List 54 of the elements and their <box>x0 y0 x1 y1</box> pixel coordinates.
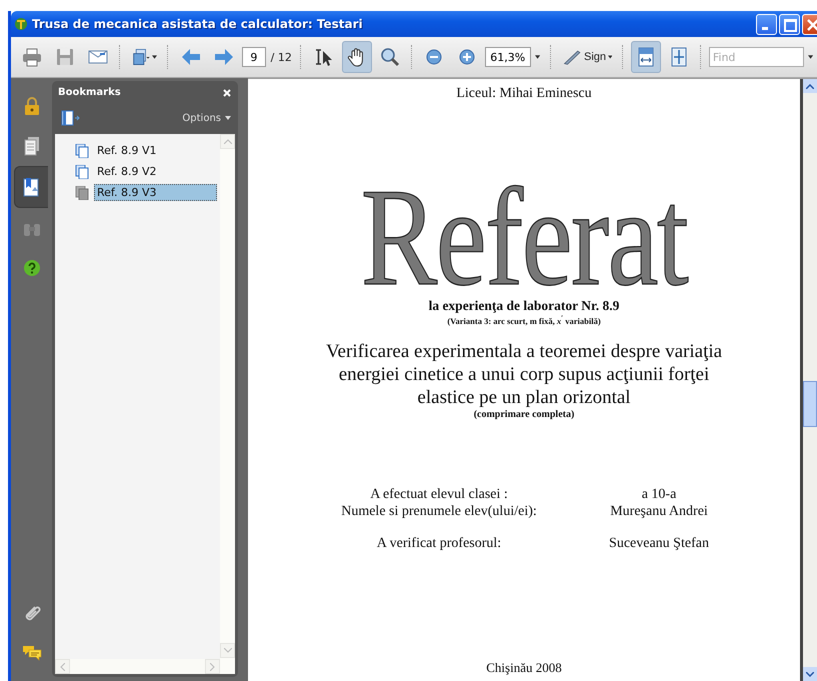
caret-icon <box>152 55 158 59</box>
field-value: Suceveanu Ştefan <box>609 536 709 551</box>
find-field[interactable]: Find <box>708 47 804 67</box>
document-scrollbar[interactable] <box>800 79 817 681</box>
page-number-field[interactable]: 9 <box>242 47 266 67</box>
close-button[interactable] <box>802 14 817 34</box>
close-icon[interactable] <box>223 88 231 96</box>
app-icon <box>14 17 28 31</box>
bookmark-item[interactable]: Ref. 8.9 V2 <box>94 163 160 180</box>
new-bookmark-icon[interactable] <box>61 110 81 126</box>
heading-line: energiei cinetice a unui corp supus acţiunii forţei <box>338 362 710 386</box>
heading-line: elastice pe un plan orizontal <box>417 386 631 409</box>
maximize-button[interactable] <box>779 14 800 34</box>
subtitle: la experienţa de laborator Nr. 8.9 <box>428 298 620 314</box>
field-label: Numele si prenumele elev(ului/ei): <box>341 504 537 519</box>
hand-button[interactable] <box>342 41 372 73</box>
field-label: A efectuat elevul clasei : <box>370 486 508 502</box>
printer-icon <box>21 46 43 68</box>
scrollbar-thumb[interactable] <box>803 381 817 427</box>
page-count: / 12 <box>270 50 292 64</box>
school-name: Liceul: Mihai Eminescu <box>456 86 592 102</box>
bookmark-icon <box>75 164 89 178</box>
place-and-year: Chişinău 2008 <box>486 660 562 676</box>
bookmark-icon <box>75 144 89 158</box>
bookmark-icon <box>22 177 42 197</box>
bookmark-icon <box>75 186 89 200</box>
options-menu[interactable]: Options <box>182 112 231 124</box>
pages-icon <box>22 136 42 156</box>
caret-icon <box>608 55 612 59</box>
bookmark-item[interactable]: Ref. 8.9 V1 <box>94 142 160 159</box>
help-icon <box>22 258 42 278</box>
document-title: Referat <box>360 182 688 294</box>
window-title: Trusa de mecanica asistata de calculator: Testari <box>32 17 363 31</box>
zoom-icon <box>378 46 401 68</box>
variant-note: (Varianta 3: arc scurt, m fixă, x$^{′}$ variabilă) <box>447 314 601 326</box>
minimize-button[interactable] <box>756 14 777 34</box>
caret-icon[interactable] <box>535 55 540 59</box>
field-label: A verificat profesorul: <box>376 536 502 551</box>
heading-note: (comprimare completa) <box>474 408 574 420</box>
field-value: Mureşanu Andrei <box>610 504 708 519</box>
bookmark-tab[interactable] <box>14 166 48 208</box>
field-value: a 10-a <box>642 486 676 502</box>
fit-width-button[interactable] <box>631 41 662 73</box>
heading-line: Verificarea experimentala a teoremei despre variaţia <box>326 340 722 363</box>
sign-button[interactable]: Sign <box>558 41 616 73</box>
minimize-icon <box>762 26 768 30</box>
speech-bubbles-icon <box>22 643 42 663</box>
caret-icon[interactable] <box>808 55 813 59</box>
right-arrow-icon <box>213 46 235 68</box>
panel-title: Bookmarks <box>58 87 121 98</box>
bookmark-item[interactable]: Ref. 8.9 V3 <box>94 184 217 201</box>
document-stack-icon <box>132 46 150 68</box>
caret-icon <box>225 116 231 120</box>
zoom-level-field[interactable]: 61,3% <box>485 47 532 67</box>
